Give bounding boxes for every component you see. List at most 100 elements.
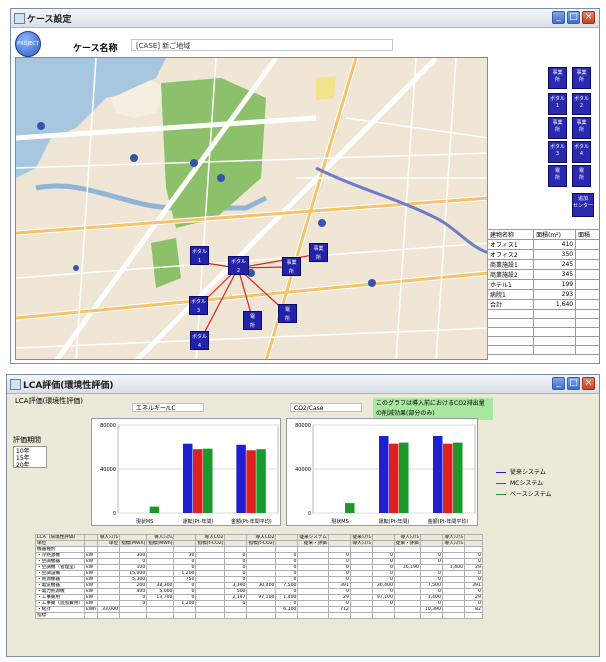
table-cell: 指標[t-CO2] [246, 540, 277, 547]
palette-office-b[interactable]: 事業所 [572, 67, 591, 89]
table-row[interactable]: オフィス1 410 [486, 239, 599, 250]
palette-plant-a[interactable]: 電所 [548, 165, 567, 187]
table-row[interactable] [486, 318, 599, 328]
legend-item: ベースシステム [496, 489, 552, 500]
table-row[interactable]: 商業施設2 345 [486, 269, 599, 280]
evaluation-period-list[interactable]: 10年 15年 20年 [13, 446, 47, 469]
palette-office-d[interactable]: 事業所 [572, 117, 591, 139]
case-settings-titlebar[interactable]: ケース設定 _ □ × [11, 9, 599, 28]
table-cell: オフィス2 [486, 249, 535, 260]
table-cell: 従来システム [297, 534, 329, 541]
bar-conventional [236, 444, 246, 513]
map-marker-plant-2[interactable]: 電所 [243, 311, 262, 330]
palette-hotel-1[interactable]: ボタル 1 [548, 93, 567, 115]
table-cell [533, 327, 577, 337]
legend-swatch-base [496, 494, 506, 495]
table-cell: 商業施設2 [486, 269, 535, 280]
maximize-button[interactable]: □ [567, 377, 580, 390]
table-row[interactable]: 合計 1,640 [486, 299, 599, 310]
table-row[interactable]: 商業施設1 245 [486, 259, 599, 270]
table-cell [575, 269, 599, 280]
table-cell: 293 [533, 289, 577, 300]
city-map[interactable]: ボタル 1 ボタル 2 事業所 事業所 ボタル 3 電所 ボタル 4 電所 [15, 57, 488, 360]
table-cell [533, 345, 577, 355]
table-header: 面積(m²) [533, 229, 577, 240]
table-cell [575, 239, 599, 250]
table-cell [575, 259, 599, 270]
table-cell [119, 612, 148, 619]
map-marker-plant-1[interactable]: 電所 [278, 304, 297, 323]
palette-hotel-2[interactable]: ボタル 2 [572, 93, 591, 115]
table-cell [486, 345, 535, 355]
bar-mc [193, 449, 203, 513]
bar-base [149, 506, 160, 513]
table-row[interactable]: 病院1 293 [486, 289, 599, 300]
table-header: 面積 [575, 229, 599, 240]
period-option[interactable]: 20年 [16, 462, 44, 469]
map-marker-hotel-3[interactable]: ボタル 3 [189, 296, 208, 315]
table-cell: kWh [83, 606, 99, 613]
period-option[interactable]: 10年 [16, 448, 44, 455]
table-row[interactable]: 指標 [35, 612, 483, 619]
table-cell: 合計 [486, 299, 535, 310]
close-button[interactable]: × [582, 11, 595, 24]
table-cell: 病院1 [486, 289, 535, 300]
co2-chart-label-field[interactable]: CO2/Case [290, 403, 362, 412]
table-cell [83, 612, 99, 619]
table-cell [371, 612, 395, 619]
minimize-button[interactable]: _ [552, 11, 565, 24]
bar-mc [389, 443, 399, 513]
palette-office-c[interactable]: 事業所 [548, 117, 567, 139]
window-app-icon [14, 13, 25, 24]
table-cell [575, 336, 599, 346]
case-name-field[interactable]: [CASE] 新ご地域 [131, 39, 393, 51]
table-row[interactable] [486, 327, 599, 337]
table-cell: 導入ｼｽﾃﾑ [441, 534, 465, 541]
table-row[interactable]: ホテル1 199 [486, 279, 599, 290]
bar-conventional [433, 436, 443, 513]
table-cell: 商業施設1 [486, 259, 535, 270]
y-tick-label: 80000 [295, 423, 311, 429]
map-marker-office-1[interactable]: 事業所 [309, 243, 328, 262]
palette-add-center[interactable]: 追加 センター [572, 193, 594, 217]
palette-plant-b[interactable]: 電所 [572, 165, 591, 187]
y-tick-label: 0 [308, 511, 311, 517]
map-marker-hotel-1[interactable]: ボタル 1 [190, 246, 209, 265]
table-cell [173, 612, 197, 619]
maximize-button[interactable]: □ [567, 11, 580, 24]
table-row[interactable]: オフィス2 350 [486, 249, 599, 260]
palette-hotel-3[interactable]: ボタル 3 [548, 141, 567, 163]
table-cell: 従来・評価 [393, 540, 421, 547]
energy-bar-chart: 80000 40000 0 現状MS 運転(Pt-年間) 金額(Pt-年間平均) [91, 418, 281, 526]
x-tick-label: 金額(Pt-年間平均) [428, 518, 469, 525]
table-row[interactable] [486, 336, 599, 346]
energy-chart-label-field[interactable]: エネルギー/LC [132, 403, 204, 412]
table-cell [575, 249, 599, 260]
lca-window-title: LCA評価(環境性評価) [23, 381, 114, 391]
table-cell [486, 336, 535, 346]
table-row[interactable]: LCA（環境性評価） 導入ｼｽﾃﾑ 導入ｼｽﾃﾑ 導入CO2 導入CO2 従来システム 従来… [35, 534, 483, 541]
map-marker-hotel-4[interactable]: ボタル 4 [190, 331, 209, 350]
bar-base [399, 442, 409, 513]
bar-mc [246, 450, 256, 513]
palette-office-a[interactable]: 事業所 [548, 67, 567, 89]
bar-base [345, 503, 355, 513]
table-cell [146, 612, 175, 619]
period-option[interactable]: 15年 [16, 455, 44, 462]
minimize-button[interactable]: _ [552, 377, 565, 390]
table-row[interactable] [486, 309, 599, 319]
lca-titlebar[interactable]: LCA評価(環境性評価) _ □ × [7, 375, 599, 394]
x-tick-label: 金額(Pt-年間平均) [231, 518, 272, 525]
case-settings-title: ケース設定 [27, 15, 72, 25]
close-button[interactable]: × [582, 377, 595, 390]
chart-note: このグラフは導入前におけるCO2排出量の削減効果(部分のみ) [373, 398, 493, 420]
lca-data-table: LCA（環境性評価） 導入ｼｽﾃﾑ 導入ｼｽﾃﾑ 導入CO2 導入CO2 従来システム 従来… [35, 534, 483, 619]
table-row[interactable] [486, 345, 599, 355]
map-marker-hotel-2[interactable]: ボタル 2 [228, 256, 249, 275]
table-cell [441, 612, 465, 619]
palette-hotel-4[interactable]: ボタル 4 [572, 141, 591, 163]
case-name-label: ケース名称 [73, 44, 118, 54]
app-logo: PROJECT [15, 31, 41, 57]
y-tick-label: 0 [113, 511, 116, 517]
map-marker-office-2[interactable]: 事業所 [282, 257, 301, 276]
